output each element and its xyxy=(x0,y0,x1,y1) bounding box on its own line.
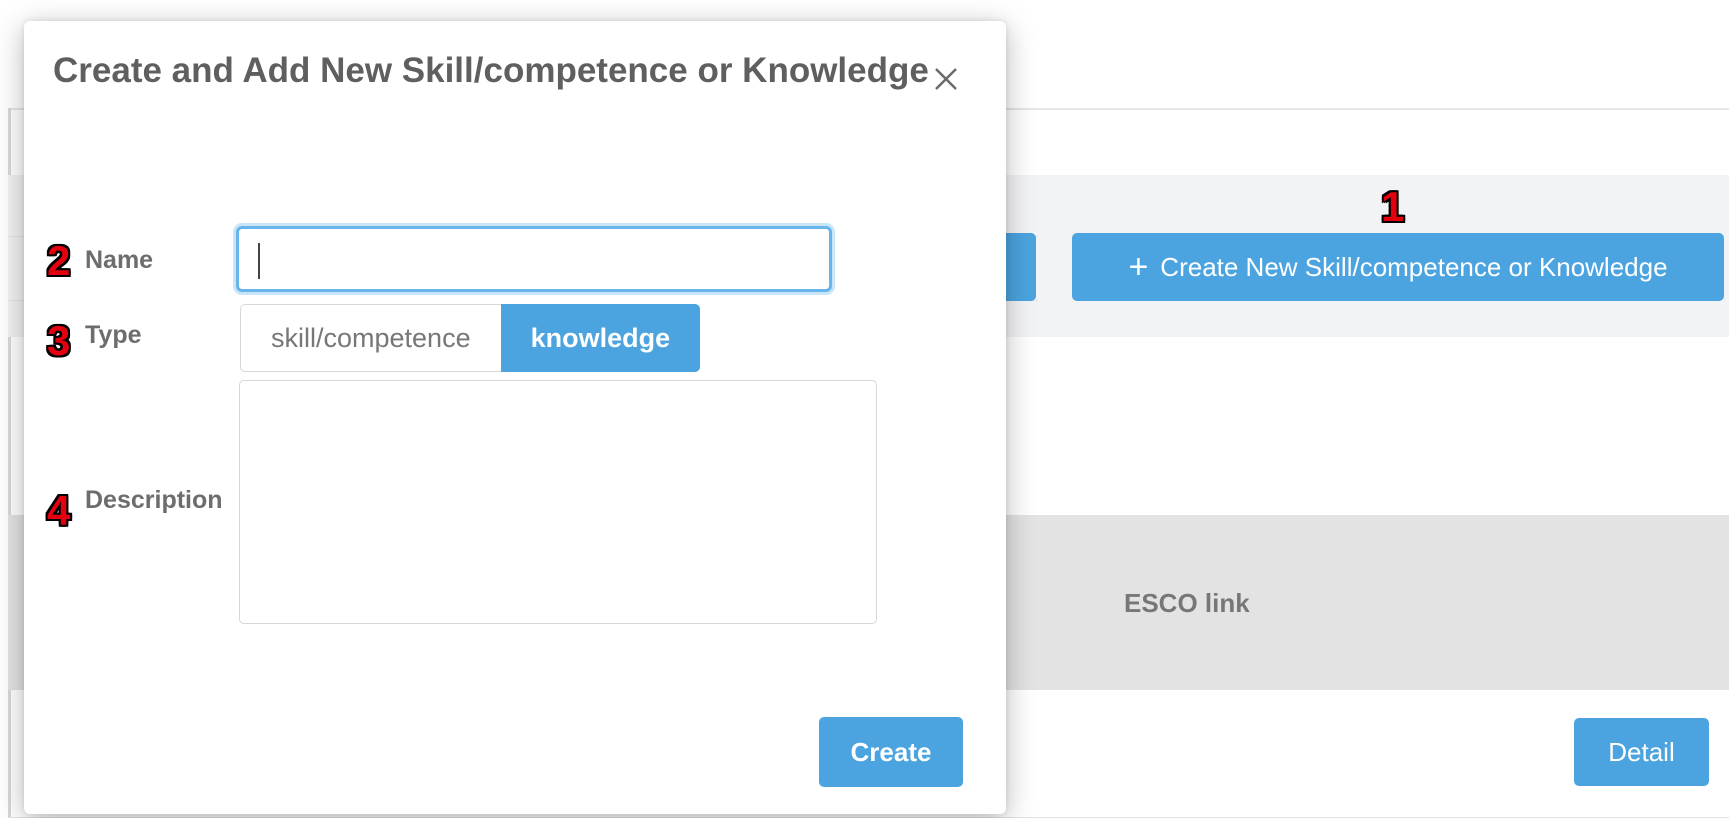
step-marker-3: 3 xyxy=(47,317,71,364)
description-label: Description xyxy=(85,486,223,514)
text-caret xyxy=(258,243,260,279)
step-marker-4: 4 xyxy=(47,487,71,534)
step-marker-1: 1 xyxy=(1381,183,1405,230)
step-marker-2: 2 xyxy=(47,237,71,284)
create-new-skill-button[interactable]: + Create New Skill/competence or Knowled… xyxy=(1072,233,1724,301)
plus-icon: + xyxy=(1128,248,1149,286)
modal-title: Create and Add New Skill/competence or K… xyxy=(53,51,929,90)
column-header-esco-link: ESCO link xyxy=(1124,588,1250,618)
close-button[interactable] xyxy=(926,59,966,99)
close-icon xyxy=(935,68,957,90)
create-new-skill-label: Create New Skill/competence or Knowledge xyxy=(1160,251,1668,282)
type-toggle-group: skill/competence knowledge xyxy=(240,304,701,372)
type-option-skill-competence[interactable]: skill/competence xyxy=(240,304,501,372)
type-option-knowledge[interactable]: knowledge xyxy=(500,304,701,372)
create-skill-modal: Create and Add New Skill/competence or K… xyxy=(24,21,1006,814)
name-input[interactable] xyxy=(236,226,832,292)
name-label: Name xyxy=(85,246,154,274)
description-textarea[interactable] xyxy=(239,380,877,624)
create-button[interactable]: Create xyxy=(819,717,963,787)
type-label: Type xyxy=(85,321,142,349)
detail-button[interactable]: Detail xyxy=(1574,718,1709,786)
